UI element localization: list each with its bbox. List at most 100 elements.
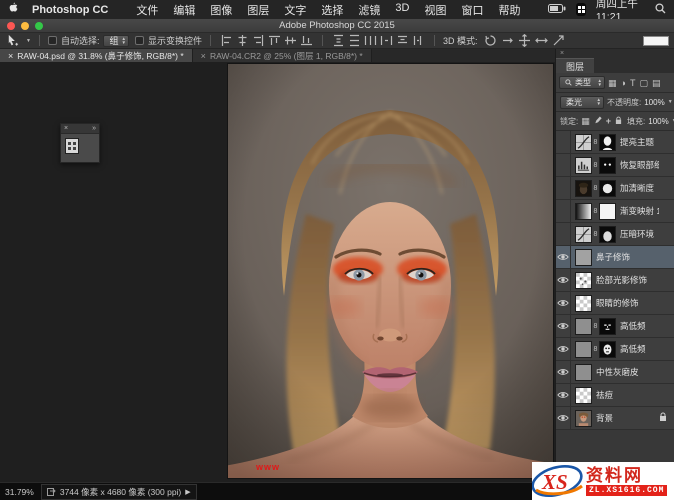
layer-row[interactable]: 背景 bbox=[556, 407, 674, 430]
layer-mask-thumbnail[interactable] bbox=[599, 318, 616, 335]
layer-visibility-toggle[interactable] bbox=[556, 361, 571, 384]
menu-item-编辑[interactable]: 编辑 bbox=[173, 2, 195, 18]
smart-object-filter-icon[interactable]: ▤ bbox=[652, 78, 661, 88]
layer-row[interactable]: 8 加清晰度 bbox=[556, 177, 674, 200]
menu-item-图层[interactable]: 图层 bbox=[247, 2, 269, 18]
layer-row[interactable]: 8 恢复眼部细节 bbox=[556, 154, 674, 177]
layer-name[interactable]: 眼睛的修饰 bbox=[596, 297, 659, 309]
layer-name[interactable]: 中性灰磨皮 bbox=[596, 366, 659, 378]
align-left-icon[interactable] bbox=[219, 34, 234, 47]
tab-close-icon[interactable]: × bbox=[201, 51, 206, 61]
mini-panel-close-icon[interactable]: × bbox=[64, 125, 68, 132]
panel-close-icon[interactable]: × bbox=[556, 49, 674, 58]
layer-row[interactable]: 8 渐变映射 1 bbox=[556, 200, 674, 223]
distribute-left-icon[interactable] bbox=[379, 34, 394, 47]
menu-item-文件[interactable]: 文件 bbox=[136, 2, 158, 18]
layer-name[interactable]: 高低频 bbox=[620, 320, 659, 332]
3d-scale-icon[interactable] bbox=[551, 34, 566, 47]
menu-item-选择[interactable]: 选择 bbox=[321, 2, 343, 18]
window-titlebar[interactable]: Adobe Photoshop CC 2015 bbox=[0, 19, 674, 33]
layer-filter-dropdown[interactable]: 类型 ▲▼ bbox=[559, 76, 605, 89]
align-top-icon[interactable] bbox=[267, 34, 282, 47]
document-info[interactable]: 3744 像素 x 4680 像素 (300 ppi) ▶ bbox=[41, 484, 197, 500]
layer-row[interactable]: 鼻子修饰 bbox=[556, 246, 674, 269]
layer-visibility-toggle[interactable] bbox=[556, 154, 571, 177]
layer-visibility-toggle[interactable] bbox=[556, 292, 571, 315]
spotlight-icon[interactable] bbox=[655, 3, 666, 17]
layer-thumbnail[interactable] bbox=[575, 249, 592, 266]
layer-thumbnail[interactable] bbox=[575, 272, 592, 289]
status-popup-arrow-icon[interactable]: ▶ bbox=[185, 488, 190, 496]
layer-row[interactable]: 眼睛的修饰 bbox=[556, 292, 674, 315]
align-bottom-icon[interactable] bbox=[299, 34, 314, 47]
align-right-icon[interactable] bbox=[251, 34, 266, 47]
auto-select-dropdown[interactable]: 组 ▲▼ bbox=[103, 35, 128, 47]
mask-link-icon[interactable]: 8 bbox=[592, 323, 599, 330]
layer-mask-thumbnail[interactable] bbox=[599, 157, 616, 174]
lock-all-icon[interactable] bbox=[615, 116, 622, 127]
layer-row[interactable]: 8 高低频 bbox=[556, 315, 674, 338]
show-transform-checkbox[interactable] bbox=[135, 36, 144, 45]
menu-item-视图[interactable]: 视图 bbox=[424, 2, 446, 18]
layer-thumbnail[interactable] bbox=[575, 134, 592, 151]
layer-visibility-toggle[interactable] bbox=[556, 269, 571, 292]
lock-image-pixels-icon[interactable] bbox=[594, 116, 602, 127]
align-center-h-icon[interactable] bbox=[235, 34, 250, 47]
layer-row[interactable]: 8 压暗环境 bbox=[556, 223, 674, 246]
layer-mask-thumbnail[interactable] bbox=[599, 203, 616, 220]
mask-link-icon[interactable]: 8 bbox=[592, 346, 599, 353]
layer-visibility-toggle[interactable] bbox=[556, 200, 571, 223]
layer-visibility-toggle[interactable] bbox=[556, 131, 571, 154]
lock-transparent-pixels-icon[interactable]: ▦ bbox=[581, 116, 590, 127]
adjustment-layer-filter-icon[interactable]: ◑ bbox=[621, 78, 626, 88]
3d-drag-icon[interactable] bbox=[517, 34, 532, 47]
layer-mask-thumbnail[interactable] bbox=[599, 134, 616, 151]
layer-visibility-toggle[interactable] bbox=[556, 338, 571, 361]
fill-value[interactable]: 100% bbox=[648, 117, 668, 126]
3d-slide-icon[interactable] bbox=[534, 34, 549, 47]
layer-name[interactable]: 提亮主题 bbox=[620, 136, 659, 148]
distribute-center-h-icon[interactable] bbox=[395, 34, 410, 47]
layer-row[interactable]: 8 高低频 bbox=[556, 338, 674, 361]
mini-panel-preset-icon[interactable] bbox=[65, 138, 79, 154]
mask-link-icon[interactable]: 8 bbox=[592, 162, 599, 169]
layer-thumbnail[interactable] bbox=[575, 318, 592, 335]
move-tool-icon[interactable] bbox=[5, 34, 20, 47]
layer-mask-thumbnail[interactable] bbox=[599, 341, 616, 358]
layer-thumbnail[interactable] bbox=[575, 387, 592, 404]
document-tab-1[interactable]: ×RAW-04.psd @ 31.8% (鼻子修饰, RGB/8*) * bbox=[0, 49, 193, 62]
opacity-value[interactable]: 100% bbox=[644, 98, 664, 107]
layer-thumbnail[interactable] bbox=[575, 364, 592, 381]
3d-rotate-icon[interactable] bbox=[483, 34, 498, 47]
distribute-center-v-icon[interactable] bbox=[347, 34, 362, 47]
layer-thumbnail[interactable] bbox=[575, 203, 592, 220]
layer-name[interactable]: 背景 bbox=[596, 412, 659, 424]
mini-panel-collapse-icon[interactable]: » bbox=[92, 125, 96, 132]
menu-item-滤镜[interactable]: 滤镜 bbox=[358, 2, 380, 18]
layer-thumbnail[interactable] bbox=[575, 341, 592, 358]
menu-item-帮助[interactable]: 帮助 bbox=[498, 2, 520, 18]
layer-visibility-toggle[interactable] bbox=[556, 315, 571, 338]
layer-name[interactable]: 脸部光影修饰 bbox=[596, 274, 659, 286]
layer-row[interactable]: 祛痘 bbox=[556, 384, 674, 407]
menu-item-窗口[interactable]: 窗口 bbox=[461, 2, 483, 18]
apple-menu-icon[interactable] bbox=[8, 2, 18, 17]
layer-mask-thumbnail[interactable] bbox=[599, 226, 616, 243]
mask-link-icon[interactable]: 8 bbox=[592, 185, 599, 192]
pixel-layer-filter-icon[interactable]: ▦ bbox=[608, 78, 617, 88]
layer-visibility-toggle[interactable] bbox=[556, 177, 571, 200]
zoom-level-field[interactable]: 31.79% bbox=[5, 487, 34, 497]
layer-thumbnail[interactable] bbox=[575, 226, 592, 243]
floating-mini-panel[interactable]: × » bbox=[60, 123, 100, 163]
mask-link-icon[interactable]: 8 bbox=[592, 231, 599, 238]
menu-item-图像[interactable]: 图像 bbox=[210, 2, 232, 18]
layer-thumbnail[interactable] bbox=[575, 295, 592, 312]
layer-visibility-toggle[interactable] bbox=[556, 407, 571, 430]
auto-select-checkbox[interactable] bbox=[48, 36, 57, 45]
blend-mode-dropdown[interactable]: 柔光 ▲▼ bbox=[560, 96, 604, 109]
layer-name[interactable]: 渐变映射 1 bbox=[620, 205, 659, 217]
layer-row[interactable]: 中性灰磨皮 bbox=[556, 361, 674, 384]
layers-panel-tab[interactable]: 图层 bbox=[556, 58, 594, 73]
layer-row[interactable]: 8 提亮主题 bbox=[556, 131, 674, 154]
layer-name[interactable]: 压暗环境 bbox=[620, 228, 659, 240]
